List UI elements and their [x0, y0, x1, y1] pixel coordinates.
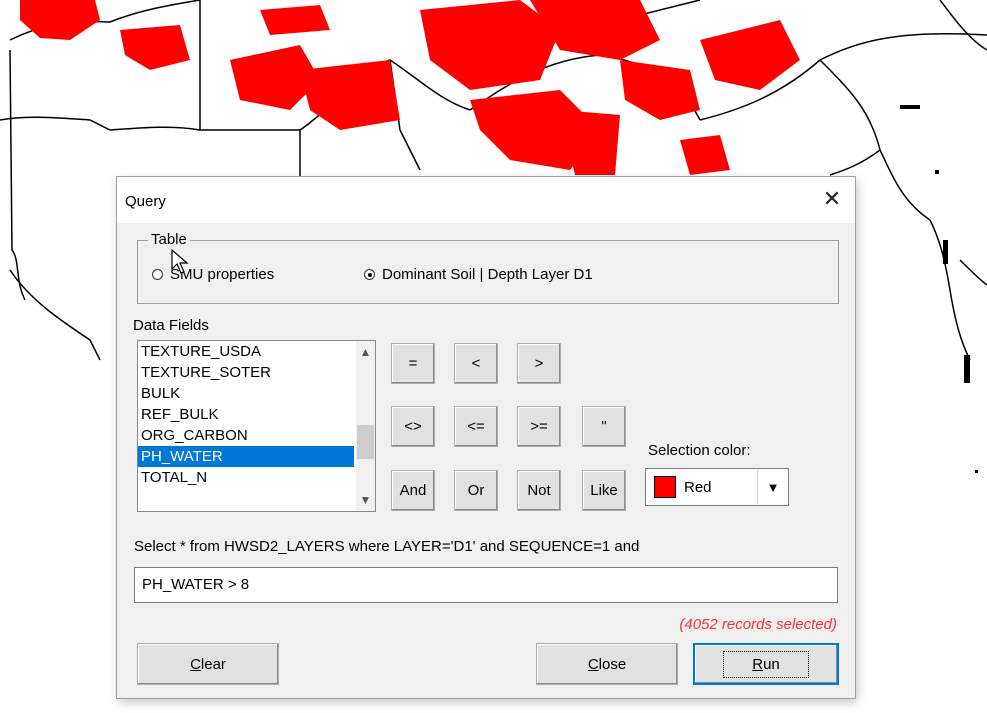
dialog-title: Query: [125, 193, 166, 210]
run-button-label: un: [763, 655, 780, 673]
scroll-down-icon[interactable]: ▼: [356, 491, 375, 509]
radio-smu-properties-indicator[interactable]: [152, 269, 163, 280]
and-button[interactable]: And: [391, 470, 435, 511]
greater-than-button[interactable]: >: [517, 343, 561, 384]
selection-color-value: Red: [684, 478, 712, 496]
close-button-mnemonic: C: [587, 655, 599, 673]
radio-dominant-soil-indicator[interactable]: [364, 269, 375, 280]
data-fields-items: TEXTURE_USDA TEXTURE_SOTER BULK REF_BULK…: [138, 341, 354, 488]
list-item[interactable]: TEXTURE_SOTER: [138, 362, 354, 383]
dialog-titlebar[interactable]: Query ✕: [117, 177, 855, 223]
radio-dominant-soil[interactable]: Dominant Soil | Depth Layer D1: [364, 266, 593, 283]
list-item[interactable]: REF_BULK: [138, 404, 354, 425]
run-button-mnemonic: R: [752, 655, 764, 673]
list-item[interactable]: TEXTURE_USDA: [138, 341, 354, 362]
run-button[interactable]: Run: [693, 643, 839, 685]
mouse-cursor-icon: [171, 249, 189, 274]
clear-button-mnemonic: C: [190, 655, 201, 673]
close-icon[interactable]: ✕: [809, 177, 855, 223]
list-item[interactable]: BULK: [138, 383, 354, 404]
coastline-fragments: [900, 105, 978, 473]
list-item-selected[interactable]: PH_WATER: [138, 446, 354, 467]
data-fields-listbox[interactable]: TEXTURE_USDA TEXTURE_SOTER BULK REF_BULK…: [137, 340, 376, 512]
less-equal-button[interactable]: <=: [454, 406, 498, 447]
less-than-button[interactable]: <: [454, 343, 498, 384]
run-button-focus: Run: [723, 650, 809, 678]
not-equal-button[interactable]: <>: [391, 406, 435, 447]
list-item[interactable]: ORG_CARBON: [138, 425, 354, 446]
not-button[interactable]: Not: [517, 470, 561, 511]
clear-button[interactable]: Clear: [137, 643, 279, 685]
records-selected-status: (4052 records selected): [679, 616, 837, 633]
data-fields-label: Data Fields: [133, 317, 209, 334]
scroll-thumb[interactable]: [357, 425, 374, 459]
greater-equal-button[interactable]: >=: [517, 406, 561, 447]
close-button-label: lose: [598, 655, 627, 673]
table-groupbox: Table SMU properties Dominant Soil | Dep…: [137, 231, 839, 304]
list-item[interactable]: TOTAL_N: [138, 467, 354, 488]
or-button[interactable]: Or: [454, 470, 498, 511]
selection-color-label: Selection color:: [648, 442, 751, 459]
query-prefix-text: Select * from HWSD2_LAYERS where LAYER='…: [134, 538, 640, 555]
table-group-legend: Table: [148, 231, 190, 248]
like-button[interactable]: Like: [582, 470, 626, 511]
radio-dominant-soil-label: Dominant Soil | Depth Layer D1: [382, 266, 593, 283]
list-scrollbar[interactable]: ▲ ▼: [356, 341, 375, 511]
scroll-up-icon[interactable]: ▲: [356, 343, 375, 361]
query-input[interactable]: PH_WATER > 8: [134, 567, 838, 603]
selection-color-dropdown[interactable]: Red ▼: [645, 468, 789, 506]
color-swatch: [654, 476, 676, 498]
clear-button-label: lear: [200, 655, 226, 673]
quote-button[interactable]: ": [582, 406, 626, 447]
query-dialog: Query ✕ Table SMU properties Dominant So…: [117, 177, 855, 698]
close-button[interactable]: Close: [536, 643, 678, 685]
chevron-down-icon[interactable]: ▼: [757, 470, 788, 504]
equals-button[interactable]: =: [391, 343, 435, 384]
